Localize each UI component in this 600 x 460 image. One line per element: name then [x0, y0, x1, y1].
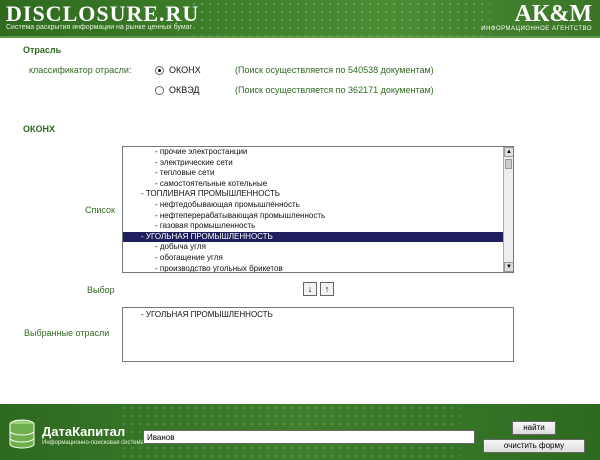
- section-industry-heading: Отрасль: [23, 45, 62, 55]
- move-up-button[interactable]: ↑: [320, 282, 334, 296]
- radio-okonh[interactable]: ОКОНХ: [155, 65, 201, 75]
- brand-subtitle: ИНФОРМАЦИОННОЕ АГЕНТСТВО: [481, 26, 592, 32]
- datacapital-logo[interactable]: ДатаКапитал: [42, 424, 125, 439]
- database-icon: [9, 419, 35, 449]
- move-down-button[interactable]: ↓: [303, 282, 317, 296]
- choice-label: Выбор: [87, 285, 115, 295]
- industry-list-items: - прочие электростанции - электрические с…: [123, 147, 503, 272]
- list-item[interactable]: - нефтедобывающая промышленность: [123, 200, 503, 211]
- list-item[interactable]: - нефтеперерабатывающая промышленность: [123, 211, 503, 222]
- radio-okved[interactable]: ОКВЭД: [155, 85, 200, 95]
- list-item[interactable]: - ТОПЛИВНАЯ ПРОМЫШЛЕННОСТЬ: [123, 189, 503, 200]
- okved-note: (Поиск осуществляется по 362171 документ…: [235, 85, 434, 95]
- scroll-up-icon[interactable]: ▲: [504, 147, 513, 157]
- list-item[interactable]: - УГОЛЬНАЯ ПРОМЫШЛЕННОСТЬ: [123, 231, 503, 243]
- list-item[interactable]: - производство угольных брикетов: [123, 264, 503, 272]
- selected-industries-label: Выбранные отрасли: [24, 328, 110, 338]
- site-subtitle: Система раскрытия информации на рынке це…: [6, 24, 193, 31]
- list-item[interactable]: - самостоятельные котельные: [123, 179, 503, 190]
- selected-industry-item[interactable]: - УГОЛЬНАЯ ПРОМЫШЛЕННОСТЬ: [141, 310, 273, 319]
- radio-okved-label: ОКВЭД: [169, 85, 200, 95]
- list-label: Список: [85, 205, 115, 215]
- page: DISCLOSURE.RU Система раскрытия информац…: [0, 0, 600, 460]
- list-item[interactable]: - прочие электростанции: [123, 147, 503, 158]
- header-pattern: [190, 0, 490, 36]
- list-item[interactable]: - обогащение угля: [123, 253, 503, 264]
- datacapital-subtitle: Информационно-поисковая система: [42, 440, 144, 446]
- scroll-thumb[interactable]: [505, 159, 512, 169]
- find-button[interactable]: найти: [512, 421, 556, 435]
- brand-logo[interactable]: АК&М: [515, 1, 592, 28]
- industry-listbox[interactable]: - прочие электростанции - электрические с…: [122, 146, 514, 273]
- section-okonh-heading: ОКОНХ: [23, 124, 55, 134]
- radio-unchecked-icon[interactable]: [155, 85, 164, 95]
- search-input[interactable]: [143, 430, 475, 444]
- header-divider: [0, 36, 600, 38]
- list-item[interactable]: - газовая промышленность: [123, 221, 503, 232]
- clear-form-button[interactable]: очистить форму: [483, 439, 585, 453]
- list-item[interactable]: - добыча угля: [123, 242, 503, 253]
- list-item[interactable]: - электрические сети: [123, 158, 503, 169]
- list-scrollbar[interactable]: ▲ ▼: [503, 147, 513, 272]
- radio-checked-icon[interactable]: [155, 65, 164, 75]
- radio-okonh-label: ОКОНХ: [169, 65, 201, 75]
- classifier-label: классификатор отрасли:: [29, 65, 132, 75]
- selected-industries-box[interactable]: - УГОЛЬНАЯ ПРОМЫШЛЕННОСТЬ: [122, 307, 514, 362]
- list-item[interactable]: - тепловые сети: [123, 168, 503, 179]
- scroll-down-icon[interactable]: ▼: [504, 262, 513, 272]
- okonh-note: (Поиск осуществляется по 540538 документ…: [235, 65, 434, 75]
- header-banner: DISCLOSURE.RU Система раскрытия информац…: [0, 0, 600, 36]
